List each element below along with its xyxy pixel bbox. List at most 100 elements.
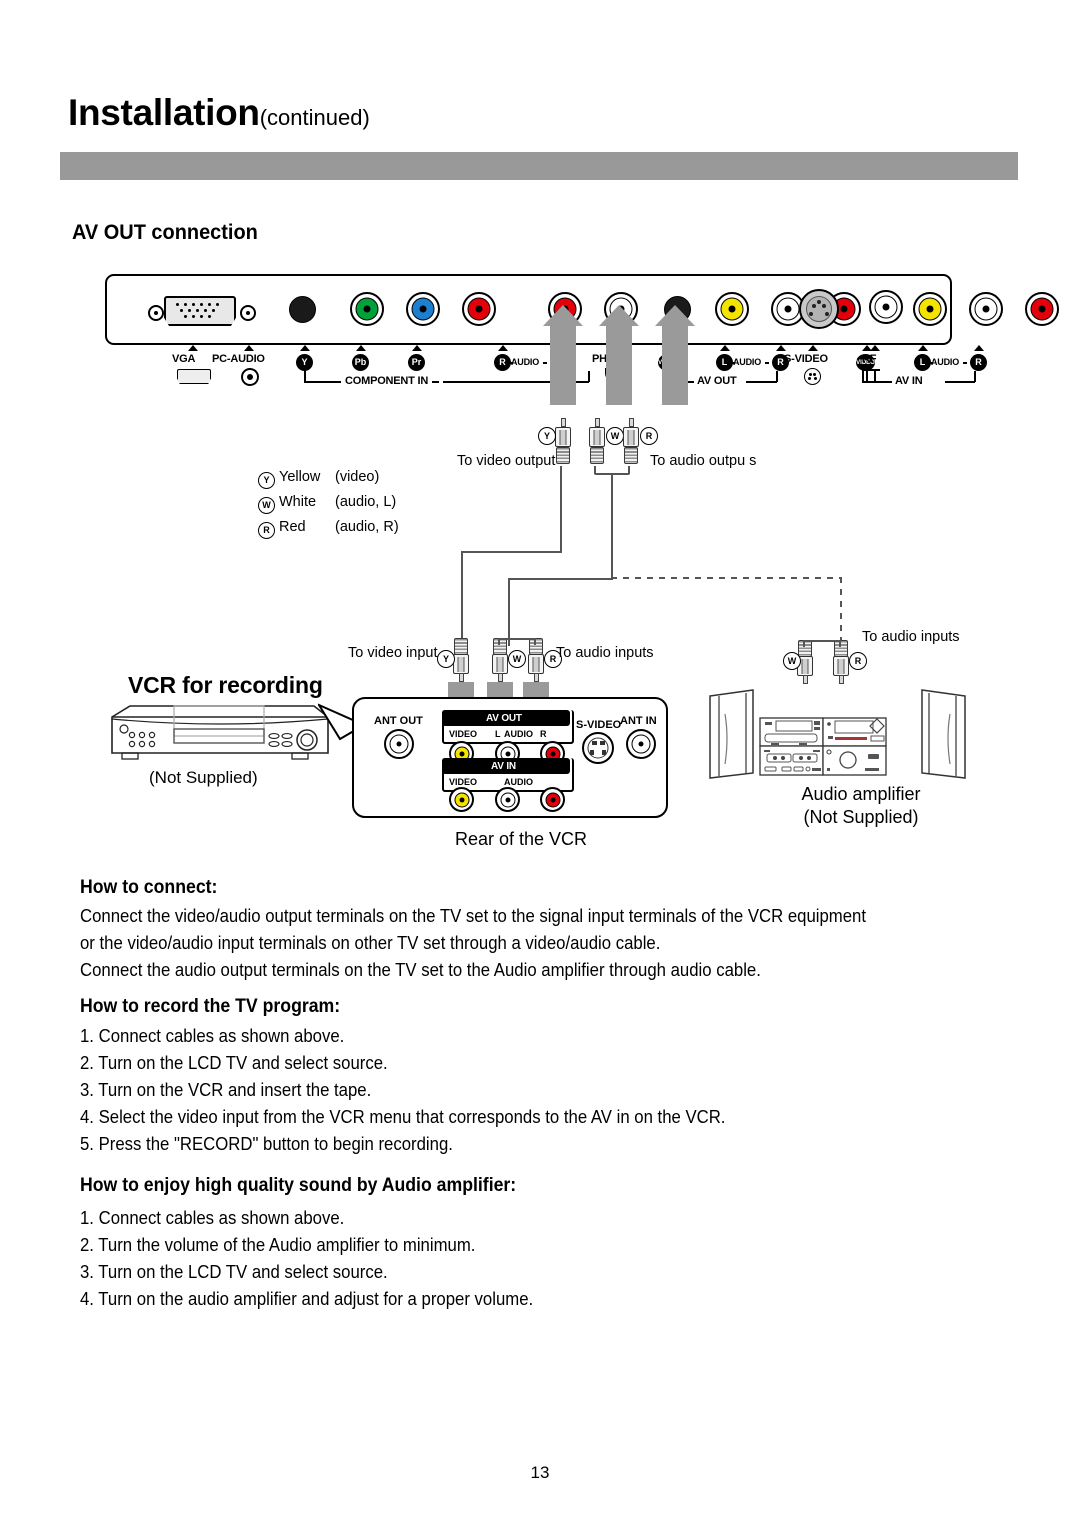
label-s-video: S-VIDEO [784,353,828,365]
vga-icon [177,369,211,384]
vcr-label-ant-in: ANT IN [620,715,657,727]
cable-label-to-audio-inputs-vcr: To audio inputs [556,645,654,661]
vcr-av-in-audio-l-jack [495,787,520,812]
label-component-y: Y [296,354,313,371]
how-to-record-step-4: 4. Select the video input from the VCR m… [80,1107,726,1127]
audio-amplifier-caption: Audio amplifier (Not Supplied) [781,783,941,829]
tv-panel-label-row: VGA PC-AUDIO Y Pb Pr COMPONENT IN R AUDI… [105,345,987,407]
how-to-connect-line-3: Connect the audio output terminals on th… [80,960,761,980]
legend-row-white: W White (audio, L) [258,490,399,515]
label-group-av-out: AV OUT [694,375,740,387]
vcr-label-ant-out: ANT OUT [374,715,423,727]
vcr-ant-in-jack [626,729,656,759]
how-to-enjoy-step-3: 3. Turn on the LCD TV and select source. [80,1262,388,1282]
component-y-jack [350,292,384,326]
vcr-rear-caption: Rear of the VCR [455,829,588,849]
legend-desc-yellow: (video) [335,469,380,485]
vga-screw-right-icon [240,305,256,321]
cable-label-to-audio-inputs-amp: To audio inputs [862,629,960,645]
av-in-video-jack [913,292,947,326]
label-component-pr: Pr [408,354,425,371]
component-pb-jack [406,292,440,326]
vcr-label-av-in-audio: AUDIO [504,777,533,787]
label-pc-audio: PC-AUDIO [212,353,265,365]
arrow-audio-l-to-av-out [606,325,632,405]
how-to-record-step-3: 3. Turn on the VCR and insert the tape. [80,1080,372,1100]
plug-badge-r: R [640,427,658,445]
plug-badge-amp-r: R [849,652,867,670]
legend-badge-r: R [258,522,275,539]
plug-badge-vcr-y: Y [437,650,455,668]
label-av-out-audio: AUDIO [733,357,761,367]
cable-branch-to-amplifier-vertical [840,577,842,642]
vcr-label-av-out-l: L [495,729,501,739]
legend-row-yellow: Y Yellow (video) [258,465,399,490]
cable-color-legend: Y Yellow (video) W White (audio, L) R Red (aud… [258,465,399,540]
vcr-label-s-video: S-VIDEO [576,719,622,731]
av-in-audio-l-jack [969,292,1003,326]
plug-badge-w: W [606,427,624,445]
cable-label-to-video-output: To video output [457,453,556,469]
vcr-label-av-out-r: R [540,729,547,739]
section-heading: AV OUT connection [72,221,258,244]
how-to-enjoy-step-2: 2. Turn the volume of the Audio amplifie… [80,1235,476,1255]
cable-branch-to-amplifier [611,577,842,579]
plug-badge-y: Y [538,427,556,445]
legend-badge-w: W [258,497,275,514]
cable-label-to-audio-outputs: To audio outpu s [650,453,757,469]
vcr-title: VCR for recording [128,672,323,698]
av-out-video-jack [715,292,749,326]
arrow-video-to-av-out [550,325,576,405]
vcr-label-av-in-video: VIDEO [449,777,478,787]
how-to-enjoy-heading: How to enjoy high quality sound by Audio… [80,1175,517,1196]
vga-connector-icon [164,296,236,326]
av-out-audio-l-jack [771,292,805,326]
pc-audio-icon [241,368,259,386]
vcr-s-video-jack [582,732,614,764]
legend-name-white: White [279,494,317,510]
label-av-in-audio-r: R [970,354,987,371]
page-title: Installation(continued) [68,92,370,134]
legend-desc-red: (audio, R) [335,519,399,535]
rf-antenna-icon [862,369,880,382]
label-rf: RF [862,353,877,365]
legend-row-red: R Red (audio, R) [258,515,399,540]
vcr-ant-out-jack [384,729,414,759]
vcr-rear-panel: ANT OUT AV OUT VIDEO L AUDIO R AV IN VID… [352,697,668,818]
legend-desc-white: (audio, L) [335,494,397,510]
label-component-in: COMPONENT IN [341,375,433,387]
arrow-audio-r-to-av-out [662,325,688,405]
how-to-record-heading: How to record the TV program: [80,996,341,1017]
vcr-not-supplied-label: (Not Supplied) [149,768,258,787]
how-to-connect-heading: How to connect: [80,877,218,898]
how-to-record-step-5: 5. Press the "RECORD" button to begin re… [80,1134,453,1154]
vcr-av-in-video-jack [449,787,474,812]
how-to-enjoy-step-4: 4. Turn on the audio amplifier and adjus… [80,1289,534,1309]
how-to-connect-line-1: Connect the video/audio output terminals… [80,906,867,926]
vcr-av-in-audio-r-jack [540,787,565,812]
legend-badge-y: Y [258,472,275,489]
pc-audio-jack [289,296,316,323]
component-pr-jack [462,292,496,326]
av-out-audio-r-jack [827,292,861,326]
page-number: 13 [530,1463,550,1482]
av-in-audio-r-jack [1025,292,1059,326]
cable-label-to-video-input: To video input [348,645,438,661]
how-to-connect-line-2: or the video/audio input terminals on ot… [80,933,661,953]
legend-name-yellow: Yellow [279,469,321,485]
vga-screw-left-icon [148,305,164,321]
header-divider-bar [60,152,1018,180]
plug-badge-amp-w: W [783,652,801,670]
plug-badge-vcr-w: W [508,650,526,668]
label-av-in-audio: AUDIO [931,357,959,367]
page-title-main: Installation [68,92,260,133]
amplifier-not-supplied: (Not Supplied) [803,807,919,827]
vcr-label-av-out-audio: AUDIO [504,729,533,739]
label-group-av-in: AV IN [892,375,926,387]
page-title-continued: (continued) [259,105,370,130]
amplifier-name: Audio amplifier [801,784,921,804]
how-to-record-step-1: 1. Connect cables as shown above. [80,1026,345,1046]
label-component-audio: AUDIO [511,357,539,367]
how-to-record-step-2: 2. Turn on the LCD TV and select source. [80,1053,388,1073]
audio-amplifier-illustration [705,688,970,781]
